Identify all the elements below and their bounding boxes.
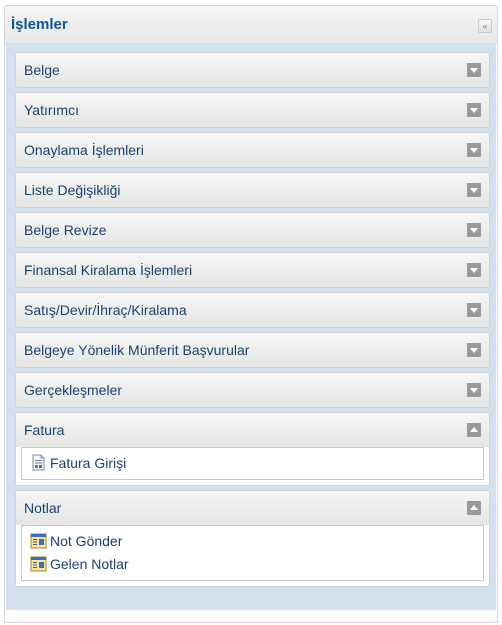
accordion-item-finansal-kiralama[interactable]: Finansal Kiralama İşlemleri (15, 252, 490, 288)
accordion-header[interactable]: Belge (16, 53, 489, 87)
accordion-container: Belge Yatırımcı Onaylama İşlemleri Liste… (6, 44, 496, 610)
expand-arrow-icon[interactable] (467, 143, 481, 157)
accordion-item-munferit-basvurular[interactable]: Belgeye Yönelik Münferit Başvurular (15, 332, 490, 368)
expand-arrow-icon[interactable] (467, 103, 481, 117)
accordion-header[interactable]: Belgeye Yönelik Münferit Başvurular (16, 333, 489, 367)
accordion-header[interactable]: Finansal Kiralama İşlemleri (16, 253, 489, 287)
accordion-header[interactable]: Satış/Devir/İhraç/Kiralama (16, 293, 489, 327)
accordion-item-gerceklesmeler[interactable]: Gerçekleşmeler (15, 372, 490, 408)
accordion-title: Belge Revize (24, 222, 107, 238)
link-label: Not Gönder (50, 532, 123, 549)
accordion-title: Onaylama İşlemleri (24, 142, 144, 158)
accordion-title: Finansal Kiralama İşlemleri (24, 262, 193, 278)
accordion-header[interactable]: Fatura (16, 413, 489, 447)
link-label: Gelen Notlar (50, 555, 129, 572)
expand-arrow-icon[interactable] (467, 263, 481, 277)
accordion-item-belge-revize[interactable]: Belge Revize (15, 212, 490, 248)
expand-arrow-icon[interactable] (467, 383, 481, 397)
gelen-notlar-link[interactable]: Gelen Notlar (22, 552, 483, 575)
expand-arrow-icon[interactable] (467, 303, 481, 317)
accordion-item-liste-degisikligi[interactable]: Liste Değişikliği (15, 172, 490, 208)
accordion-title: Notlar (24, 500, 62, 516)
accordion-item-notlar[interactable]: Notlar Not Gönder Gelen Notlar (15, 490, 490, 587)
accordion-title: Belgeye Yönelik Münferit Başvurular (24, 342, 250, 358)
accordion-title: Satış/Devir/İhraç/Kiralama (24, 302, 187, 318)
note-icon (30, 533, 47, 549)
panel-header: İşlemler « (5, 6, 497, 44)
form-document-icon (32, 454, 45, 471)
expand-arrow-icon[interactable] (467, 223, 481, 237)
collapse-panel-button[interactable]: « (478, 19, 492, 33)
accordion-item-fatura[interactable]: Fatura Fatura Girişi (15, 412, 490, 486)
note-icon (30, 556, 47, 572)
link-label: Fatura Girişi (50, 454, 127, 471)
accordion-item-yatirimci[interactable]: Yatırımcı (15, 92, 490, 128)
accordion-header[interactable]: Belge Revize (16, 213, 489, 247)
expand-arrow-icon[interactable] (467, 63, 481, 77)
not-gonder-link[interactable]: Not Gönder (22, 529, 483, 552)
accordion-item-satis-devir[interactable]: Satış/Devir/İhraç/Kiralama (15, 292, 490, 328)
expand-arrow-icon[interactable] (467, 343, 481, 357)
panel-title: İşlemler (11, 16, 68, 33)
collapse-arrow-icon[interactable] (467, 501, 481, 515)
accordion-item-belge[interactable]: Belge (15, 52, 490, 88)
accordion-header[interactable]: Yatırımcı (16, 93, 489, 127)
expand-arrow-icon[interactable] (467, 183, 481, 197)
fatura-girisi-link[interactable]: Fatura Girişi (22, 451, 483, 474)
accordion-title: Gerçekleşmeler (24, 382, 123, 398)
accordion-title: Yatırımcı (24, 102, 79, 118)
accordion-header[interactable]: Notlar (16, 491, 489, 525)
accordion-title: Liste Değişikliği (24, 182, 121, 198)
accordion-title: Fatura (24, 422, 65, 438)
accordion-header[interactable]: Onaylama İşlemleri (16, 133, 489, 167)
accordion-item-onaylama-islemleri[interactable]: Onaylama İşlemleri (15, 132, 490, 168)
islemler-panel: İşlemler « Belge Yatırımcı Onaylama İşle… (4, 5, 498, 623)
accordion-header[interactable]: Gerçekleşmeler (16, 373, 489, 407)
panel-footer (6, 610, 496, 622)
accordion-content: Fatura Girişi (21, 447, 484, 480)
accordion-header[interactable]: Liste Değişikliği (16, 173, 489, 207)
collapse-arrow-icon[interactable] (467, 423, 481, 437)
accordion-content: Not Gönder Gelen Notlar (21, 525, 484, 581)
accordion-title: Belge (24, 62, 60, 78)
